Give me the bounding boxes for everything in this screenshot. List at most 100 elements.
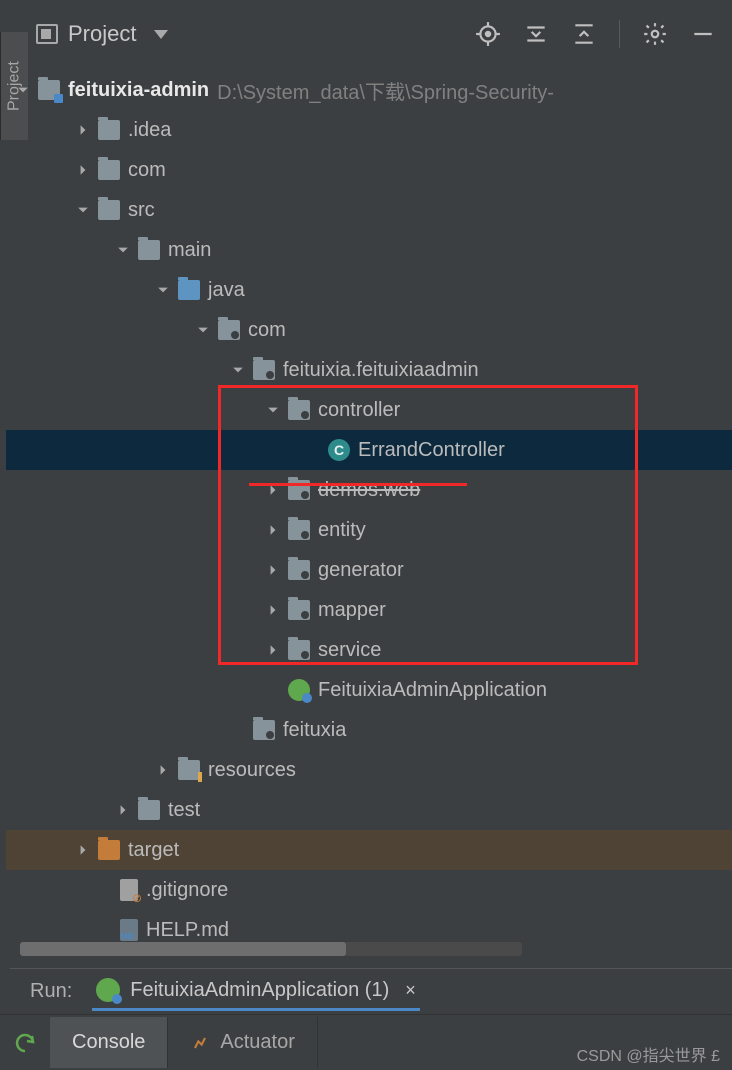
folder-icon [138, 240, 160, 260]
locate-icon[interactable] [475, 21, 501, 47]
tree-item-feituxia[interactable]: feituxia [6, 710, 732, 750]
tree-label: com [248, 319, 286, 342]
tree-label: .gitignore [146, 879, 228, 902]
scrollbar-thumb[interactable] [20, 942, 346, 956]
tree-item-gitignore[interactable]: .gitignore [6, 870, 732, 910]
tree-item-target[interactable]: target [6, 830, 732, 870]
resources-folder-icon [178, 760, 200, 780]
tree-item-demos[interactable]: demos.web [6, 470, 732, 510]
project-toolbar: Project [36, 12, 722, 56]
folder-icon [98, 160, 120, 180]
chevron-down-icon [154, 30, 168, 39]
chevron-right-icon[interactable] [266, 483, 280, 497]
tab-actuator[interactable]: Actuator [168, 1017, 317, 1068]
close-icon[interactable]: × [405, 980, 416, 1001]
tree-item-controller[interactable]: controller [6, 390, 732, 430]
watermark: CSDN @指尖世界 £ [577, 1042, 720, 1066]
tree-item-main[interactable]: main [6, 230, 732, 270]
tree-label: service [318, 639, 381, 662]
tree-label: FeituixiaAdminApplication [318, 679, 547, 702]
chevron-right-icon[interactable] [266, 603, 280, 617]
chevron-right-icon[interactable] [116, 803, 130, 817]
chevron-down-icon[interactable] [16, 83, 30, 97]
tree-label: target [128, 839, 179, 862]
rerun-button[interactable] [0, 1031, 50, 1055]
chevron-down-icon[interactable] [196, 323, 210, 337]
tree-item-idea[interactable]: .idea [6, 110, 732, 150]
chevron-down-icon[interactable] [116, 243, 130, 257]
tree-label: feituxia [283, 719, 346, 742]
spring-boot-icon [288, 679, 310, 701]
run-config-tab[interactable]: FeituixiaAdminApplication (1) × [92, 972, 420, 1011]
gear-icon[interactable] [642, 21, 668, 47]
chevron-right-icon[interactable] [76, 163, 90, 177]
toolbar-divider [619, 20, 620, 48]
chevron-right-icon[interactable] [266, 523, 280, 537]
collapse-all-icon[interactable] [571, 21, 597, 47]
run-toolbar: Run: FeituixiaAdminApplication (1) × [10, 968, 732, 1014]
chevron-right-icon[interactable] [266, 563, 280, 577]
project-folder-icon [38, 80, 60, 100]
tree-label: resources [208, 759, 296, 782]
chevron-down-icon[interactable] [156, 283, 170, 297]
tree-label: entity [318, 519, 366, 542]
tree-item-test[interactable]: test [6, 790, 732, 830]
tree-item-java[interactable]: java [6, 270, 732, 310]
tree-label: com [128, 159, 166, 182]
chevron-right-icon[interactable] [76, 123, 90, 137]
tree-item-com[interactable]: com [6, 310, 732, 350]
expand-all-icon[interactable] [523, 21, 549, 47]
chevron-right-icon[interactable] [156, 763, 170, 777]
package-icon [218, 320, 240, 340]
project-view-selector[interactable]: Project [36, 21, 168, 47]
folder-icon [98, 200, 120, 220]
run-label: Run: [30, 980, 72, 1003]
gitignore-file-icon [120, 879, 138, 901]
project-tree[interactable]: feituixia-admin D:\System_data\下载\Spring… [6, 64, 732, 950]
tree-root[interactable]: feituixia-admin D:\System_data\下载\Spring… [6, 70, 732, 110]
tree-item-resources[interactable]: resources [6, 750, 732, 790]
tree-label: .idea [128, 119, 171, 142]
tree-label: ErrandController [358, 439, 505, 462]
actuator-icon [190, 1033, 210, 1053]
tree-label: java [208, 279, 245, 302]
chevron-down-icon[interactable] [76, 203, 90, 217]
run-tab-label: FeituixiaAdminApplication (1) [130, 979, 389, 1002]
package-icon [288, 480, 310, 500]
tree-item-service[interactable]: service [6, 630, 732, 670]
tree-item-generator[interactable]: generator [6, 550, 732, 590]
tree-label: src [128, 199, 155, 222]
tree-label: mapper [318, 599, 386, 622]
horizontal-scrollbar[interactable] [20, 942, 522, 956]
package-icon [253, 720, 275, 740]
chevron-down-icon[interactable] [266, 403, 280, 417]
chevron-down-icon[interactable] [231, 363, 245, 377]
tree-path: D:\System_data\下载\Spring-Security- [217, 76, 554, 105]
package-icon [288, 400, 310, 420]
tree-label: demos.web [318, 479, 420, 502]
tree-item-app[interactable]: FeituixiaAdminApplication [6, 670, 732, 710]
tree-item-mapper[interactable]: mapper [6, 590, 732, 630]
minimize-icon[interactable] [690, 21, 716, 47]
tree-item-errand-controller[interactable]: C ErrandController [6, 430, 732, 470]
package-icon [288, 600, 310, 620]
project-icon [36, 24, 58, 44]
tree-item-pkg[interactable]: feituixia.feituixiaadmin [6, 350, 732, 390]
tree-item-src[interactable]: src [6, 190, 732, 230]
folder-icon [98, 120, 120, 140]
source-folder-icon [178, 280, 200, 300]
spring-boot-icon [96, 978, 120, 1002]
tree-item-com-top[interactable]: com [6, 150, 732, 190]
tree-item-entity[interactable]: entity [6, 510, 732, 550]
class-icon: C [328, 439, 350, 461]
toolbar-title: Project [68, 21, 136, 47]
package-icon [288, 520, 310, 540]
tab-console[interactable]: Console [50, 1017, 168, 1068]
tab-label: Actuator [220, 1031, 294, 1054]
package-icon [253, 360, 275, 380]
tree-label: controller [318, 399, 400, 422]
chevron-right-icon[interactable] [76, 843, 90, 857]
folder-icon [138, 800, 160, 820]
chevron-right-icon[interactable] [266, 643, 280, 657]
tree-label: main [168, 239, 211, 262]
